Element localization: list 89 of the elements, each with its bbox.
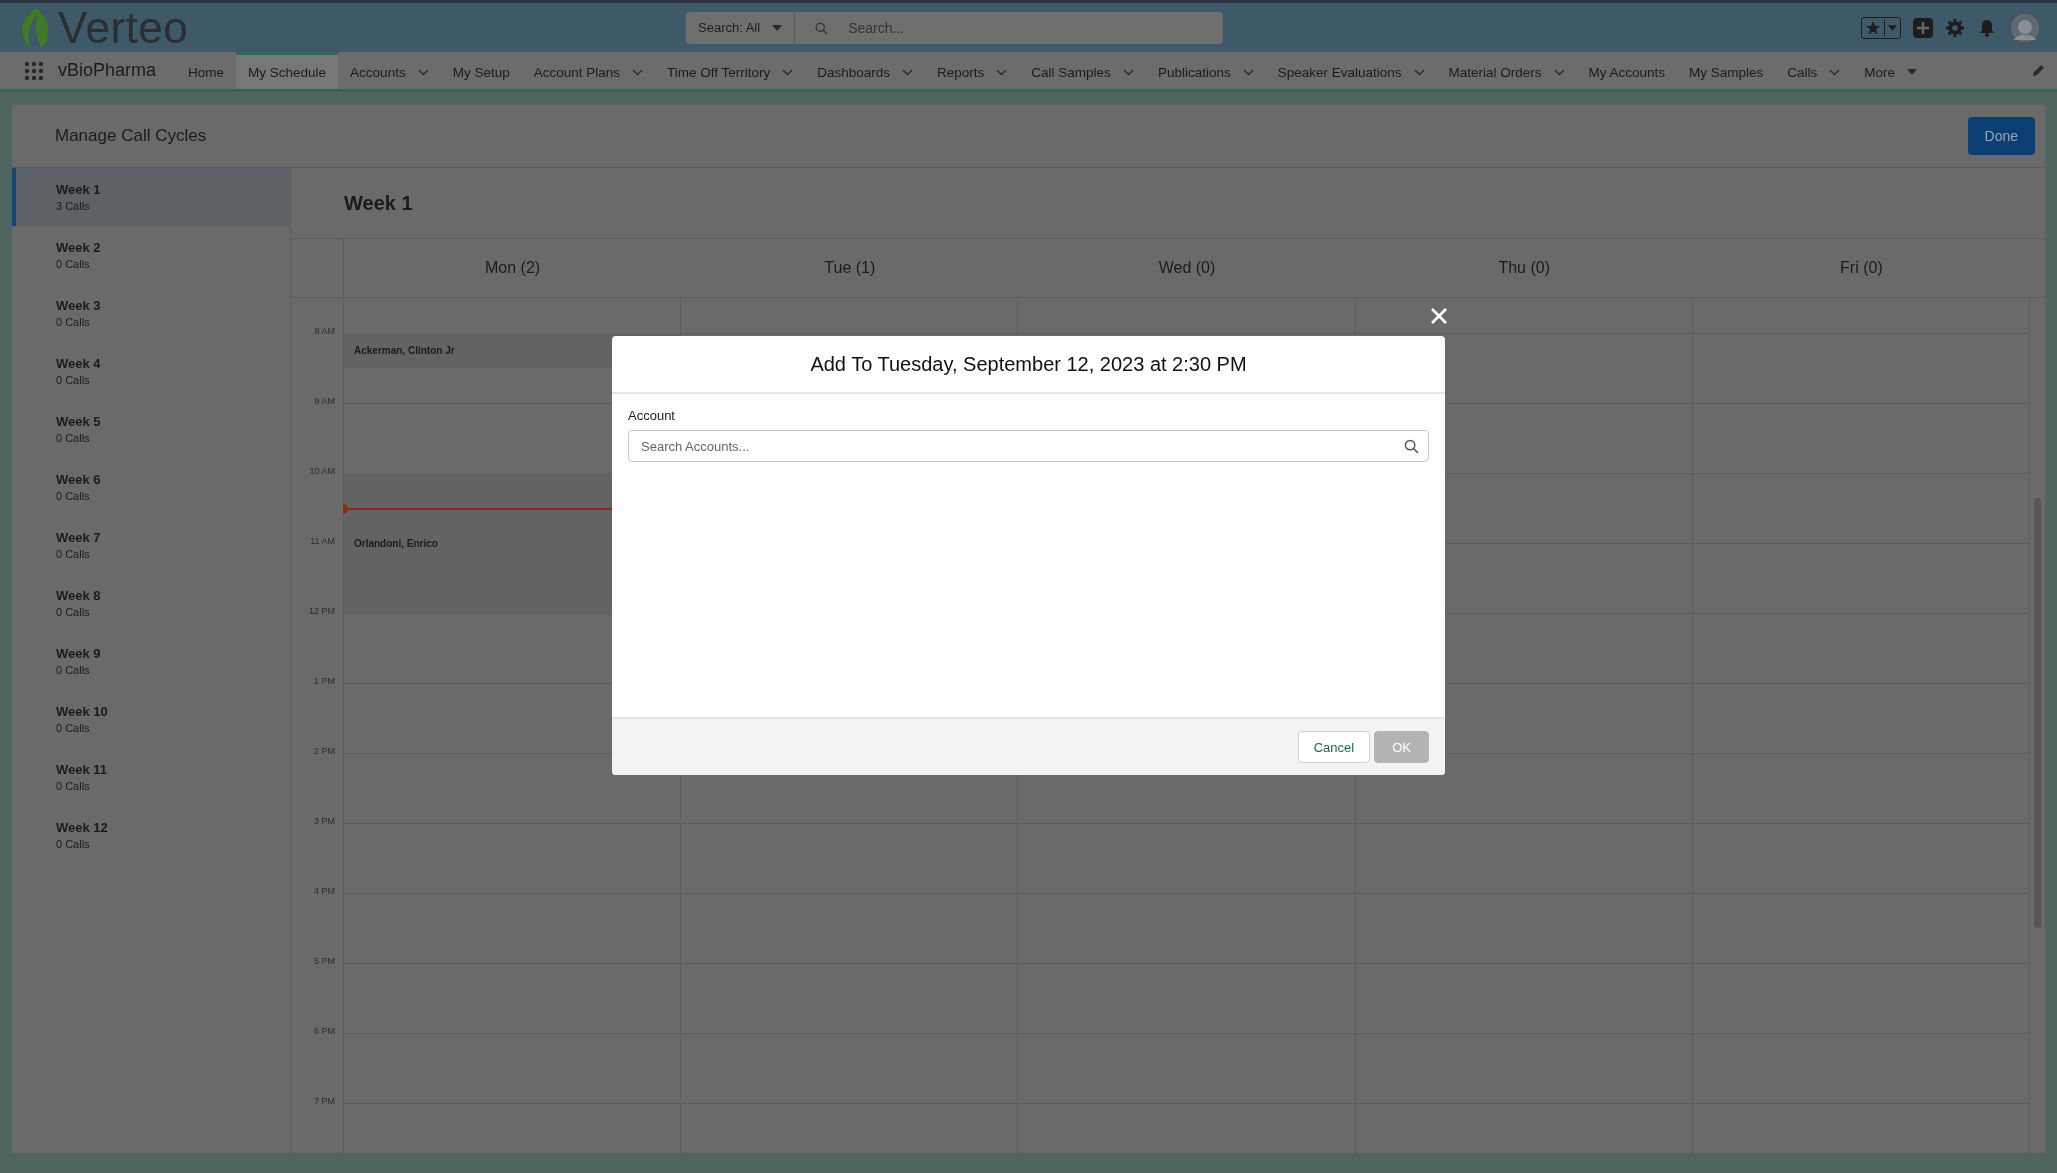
account-search-field[interactable]: Search Accounts... [628,430,1429,462]
chevron-icon[interactable] [782,68,794,76]
settings-icon[interactable] [1945,17,1965,38]
week-label: Week 3 [56,298,102,313]
week-list-item[interactable]: Week 5 0 Calls [12,400,290,458]
nav-tab[interactable]: Time Off Territory [655,52,806,89]
nav-tab[interactable]: Speaker Evaluations [1265,52,1437,89]
week-list-item[interactable]: Week 6 0 Calls [12,458,290,516]
search-scope-dropdown[interactable]: Search: All [686,11,796,44]
done-button[interactable]: Done [1967,117,2035,155]
app-launcher-icon[interactable] [24,60,44,81]
week-label: Week 6 [56,472,102,487]
week-label: Week 7 [56,530,102,545]
call-count: 0 Calls [56,316,91,328]
page-title: Manage Call Cycles [55,126,207,146]
dialog-title: Add To Tuesday, September 12, 2023 at 2:30 PM [810,352,1247,376]
call-count: 0 Calls [56,780,91,792]
edit-pencil-icon[interactable] [2032,64,2045,77]
nav-tab[interactable]: My Setup [440,52,522,89]
week-label: Week 8 [56,588,102,603]
call-count: 0 Calls [56,722,91,734]
week-title: Week 1 [344,191,413,215]
day-header: Tue (1) [824,259,876,277]
week-label: Week 4 [56,356,102,371]
nav-tab[interactable]: Account Plans [521,52,655,89]
field-label: Account [628,408,676,423]
avatar-icon[interactable] [2009,11,2041,44]
week-label: Week 10 [56,704,109,719]
day-header: Wed (0) [1158,259,1216,277]
chevron-icon[interactable] [1122,68,1134,76]
week-label: Week 5 [56,414,102,429]
chevron-icon[interactable] [1242,68,1254,76]
call-count: 0 Calls [56,606,91,618]
week-label: Week 1 [56,182,102,197]
week-label: Week 12 [56,820,109,835]
search-icon [1404,439,1419,454]
nav-tab[interactable]: Publications [1145,52,1266,89]
caret-icon [772,24,783,31]
chevron-icon[interactable] [996,68,1008,76]
nav-tab[interactable]: Accounts [338,52,441,89]
nav-tab[interactable]: More [1852,52,1930,89]
chevron-icon[interactable] [1553,68,1565,76]
app-name: vBioPharma [58,60,157,81]
day-header: Thu (0) [1498,259,1550,277]
week-list-item[interactable]: Week 2 0 Calls [12,226,290,284]
week-list-item[interactable]: Week 1 3 Calls [12,168,290,226]
cancel-button[interactable]: Cancel [1297,731,1371,763]
week-list-item[interactable]: Week 8 0 Calls [12,574,290,632]
add-icon[interactable] [1913,17,1933,38]
call-count: 0 Calls [56,432,91,444]
notifications-bell-icon[interactable] [1977,17,1997,38]
day-header: Fri (0) [1840,259,1883,277]
chevron-icon[interactable] [632,68,643,76]
week-list-item[interactable]: Week 3 0 Calls [12,284,290,342]
nav-tab[interactable]: Call Samples [1019,52,1146,89]
nav-tab[interactable]: My Accounts [1576,52,1678,89]
nav-tab[interactable]: My Schedule [236,52,339,89]
call-count: 0 Calls [56,374,91,386]
week-list-item[interactable]: Week 7 0 Calls [12,516,290,574]
nav-tab[interactable]: Material Orders [1436,52,1577,89]
week-label: Week 11 [56,762,109,777]
nav-tab[interactable]: Reports [925,52,1020,89]
nav-tab[interactable]: Home [176,52,237,89]
week-list-item[interactable]: Week 9 0 Calls [12,632,290,690]
call-count: 0 Calls [56,838,91,850]
week-list-item[interactable]: Week 4 0 Calls [12,342,290,400]
hour-label: 12 PM [309,606,335,616]
chevron-icon[interactable] [902,68,914,76]
week-list-item[interactable]: Week 11 0 Calls [12,748,290,806]
hour-label: 1 PM [314,676,335,686]
call-count: 0 Calls [56,664,91,676]
chevron-icon[interactable] [1829,68,1841,76]
global-search-field[interactable]: Search... [795,11,1223,44]
call-count: 0 Calls [56,490,91,502]
week-list-item[interactable]: Week 10 0 Calls [12,690,290,748]
day-header: Mon (2) [485,259,541,277]
caret-icon[interactable] [1907,69,1918,75]
call-count: 0 Calls [56,548,91,560]
week-list-item[interactable]: Week 12 0 Calls [12,806,290,864]
chevron-icon[interactable] [417,68,429,76]
nav-tab[interactable]: Calls [1775,52,1853,89]
call-count: 3 Calls [56,200,91,212]
nav-tab[interactable]: Dashboards [805,52,926,89]
chevron-icon[interactable] [1413,68,1425,76]
nav-tab[interactable]: My Samples [1677,52,1776,89]
week-label: Week 2 [56,240,102,255]
call-count: 0 Calls [56,258,91,270]
close-icon[interactable] [1430,307,1448,325]
week-label: Week 9 [56,646,102,661]
